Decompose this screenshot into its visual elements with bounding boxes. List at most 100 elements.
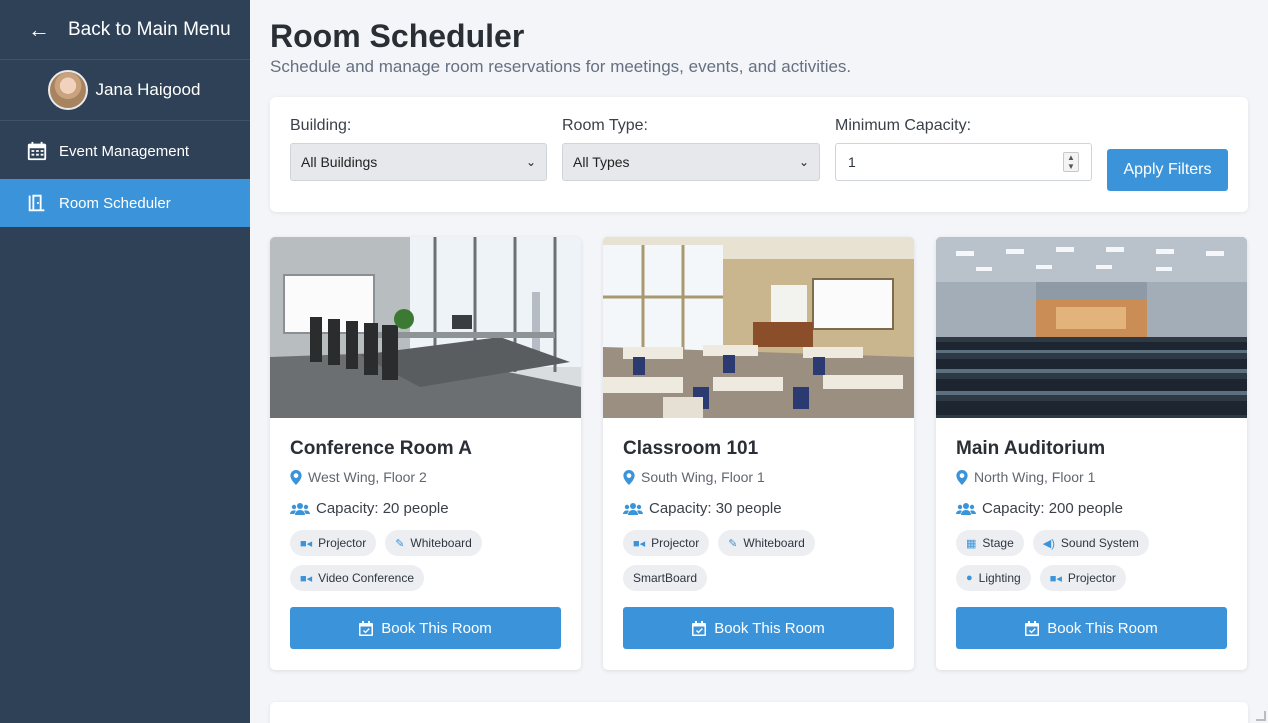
book-label: Book This Room xyxy=(714,619,825,637)
amenity-tag: ▦ Stage xyxy=(956,530,1024,556)
amenity-label: Whiteboard xyxy=(743,536,805,550)
number-stepper[interactable]: ▲ ▼ xyxy=(1063,152,1079,172)
book-label: Book This Room xyxy=(1047,619,1158,637)
apply-filters-button[interactable]: Apply Filters xyxy=(1107,149,1228,191)
amenity-tag: ◀) Sound System xyxy=(1032,530,1149,556)
room-name: Conference Room A xyxy=(290,438,472,459)
chevron-down-icon: ⌄ xyxy=(525,155,536,169)
book-room-button[interactable]: Book This Room xyxy=(956,607,1227,649)
map-marker-icon xyxy=(623,469,635,485)
room-name: Main Auditorium xyxy=(956,438,1106,459)
map-marker-icon xyxy=(290,469,302,485)
edit-icon: ✎ xyxy=(728,537,738,550)
filters-panel: Building: All Buildings ⌄ Room Type: All… xyxy=(270,97,1248,212)
map-marker-icon xyxy=(956,469,968,485)
amenity-label: Projector xyxy=(1067,571,1116,585)
amenity-label: Whiteboard xyxy=(410,536,472,550)
back-label: Back to Main Menu xyxy=(68,18,231,40)
amenity-label: Stage xyxy=(982,536,1014,550)
amenity-tags: ■◂ Projector ✎ Whiteboard ■◂ Video Conferen… xyxy=(290,530,561,592)
capacity-text: Capacity: 20 people xyxy=(316,500,449,517)
users-icon xyxy=(956,502,976,515)
room-card: Conference Room A West Wing, Floor 2 Cap… xyxy=(270,237,581,670)
amenity-label: SmartBoard xyxy=(633,571,698,585)
arrow-left-icon: ← xyxy=(28,16,50,42)
capacity-value: 1 xyxy=(848,154,856,170)
sidebar-item-room-scheduler[interactable]: Room Scheduler xyxy=(0,179,250,227)
amenity-label: Projector xyxy=(651,536,700,550)
building-label: Building: xyxy=(290,117,352,134)
amenity-tags: ■◂ Projector ✎ Whiteboard SmartBoard xyxy=(623,530,894,592)
room-type-value: All Types xyxy=(573,154,630,170)
building-filter: Building: All Buildings ⌄ xyxy=(290,117,547,181)
location-text: West Wing, Floor 2 xyxy=(308,469,427,485)
calendar-check-icon xyxy=(1025,620,1040,636)
chevron-down-icon: ⌄ xyxy=(798,155,809,169)
door-icon xyxy=(28,194,45,212)
book-label: Book This Room xyxy=(381,619,492,637)
room-capacity: Capacity: 20 people xyxy=(290,500,561,517)
users-icon xyxy=(290,502,310,515)
calendar-check-icon xyxy=(359,620,374,636)
sidebar-item-event-management[interactable]: Event Management xyxy=(0,127,250,175)
amenity-tags: ▦ Stage ◀) Sound System ● Lighting ■◂ Projec… xyxy=(956,530,1227,592)
amenity-label: Lighting xyxy=(978,571,1021,585)
book-room-button[interactable]: Book This Room xyxy=(623,607,894,649)
users-icon xyxy=(623,502,643,515)
room-type-label: Room Type: xyxy=(562,117,648,134)
amenity-tag: ✎ Whiteboard xyxy=(718,530,815,556)
room-card: Main Auditorium North Wing, Floor 1 Capa… xyxy=(936,237,1247,670)
room-photo xyxy=(270,237,581,418)
location-text: North Wing, Floor 1 xyxy=(974,469,1096,485)
sidebar-item-label: Room Scheduler xyxy=(59,194,171,212)
capacity-filter: Minimum Capacity: 1 ▲ ▼ xyxy=(835,117,1092,181)
lightbulb-icon: ● xyxy=(966,572,973,584)
room-location: South Wing, Floor 1 xyxy=(623,469,894,485)
next-section-panel xyxy=(270,702,1248,723)
building-icon: ▦ xyxy=(966,537,977,550)
room-type-select[interactable]: All Types ⌄ xyxy=(562,143,820,181)
video-camera-icon: ■◂ xyxy=(300,572,313,585)
main-content: Room Scheduler Schedule and manage room … xyxy=(270,0,1248,670)
amenity-label: Sound System xyxy=(1060,536,1139,550)
amenity-label: Projector xyxy=(318,536,367,550)
room-name: Classroom 101 xyxy=(623,438,759,459)
room-photo xyxy=(936,237,1247,418)
sidebar: ← Back to Main Menu Jana Haigood Event M… xyxy=(0,0,250,723)
amenity-label: Video Conference xyxy=(318,571,415,585)
video-camera-icon: ■◂ xyxy=(300,537,313,550)
user-profile[interactable]: Jana Haigood xyxy=(46,66,205,114)
speaker-icon: ◀) xyxy=(1042,537,1055,550)
sidebar-item-label: Event Management xyxy=(59,142,190,160)
room-capacity: Capacity: 200 people xyxy=(956,500,1227,517)
resize-handle-icon[interactable] xyxy=(1256,711,1266,721)
back-to-main-menu-link[interactable]: ← Back to Main Menu xyxy=(0,0,250,60)
amenity-tag: ■◂ Projector xyxy=(290,530,377,556)
capacity-text: Capacity: 200 people xyxy=(982,500,1123,517)
user-name: Jana Haigood xyxy=(95,80,201,99)
edit-icon: ✎ xyxy=(395,537,405,550)
capacity-text: Capacity: 30 people xyxy=(649,500,782,517)
room-location: West Wing, Floor 2 xyxy=(290,469,561,485)
room-capacity: Capacity: 30 people xyxy=(623,500,894,517)
building-value: All Buildings xyxy=(301,154,378,170)
amenity-tag: ● Lighting xyxy=(956,565,1031,591)
amenity-tag: ✎ Whiteboard xyxy=(385,530,482,556)
capacity-input[interactable]: 1 ▲ ▼ xyxy=(835,143,1092,181)
calendar-check-icon xyxy=(692,620,707,636)
page-title: Room Scheduler xyxy=(270,18,525,54)
amenity-tag: ■◂ Projector xyxy=(1039,565,1126,591)
video-camera-icon: ■◂ xyxy=(1049,572,1062,585)
building-select[interactable]: All Buildings ⌄ xyxy=(290,143,547,181)
book-room-button[interactable]: Book This Room xyxy=(290,607,561,649)
room-photo xyxy=(603,237,914,418)
avatar xyxy=(47,70,88,110)
capacity-label: Minimum Capacity: xyxy=(835,117,972,134)
page-subtitle: Schedule and manage room reservations fo… xyxy=(270,57,852,76)
amenity-tag: SmartBoard xyxy=(623,565,708,591)
amenity-tag: ■◂ Projector xyxy=(623,530,710,556)
amenity-tag: ■◂ Video Conference xyxy=(290,565,425,591)
video-camera-icon: ■◂ xyxy=(633,537,646,550)
calendar-icon xyxy=(27,141,47,161)
room-type-filter: Room Type: All Types ⌄ xyxy=(562,117,820,181)
